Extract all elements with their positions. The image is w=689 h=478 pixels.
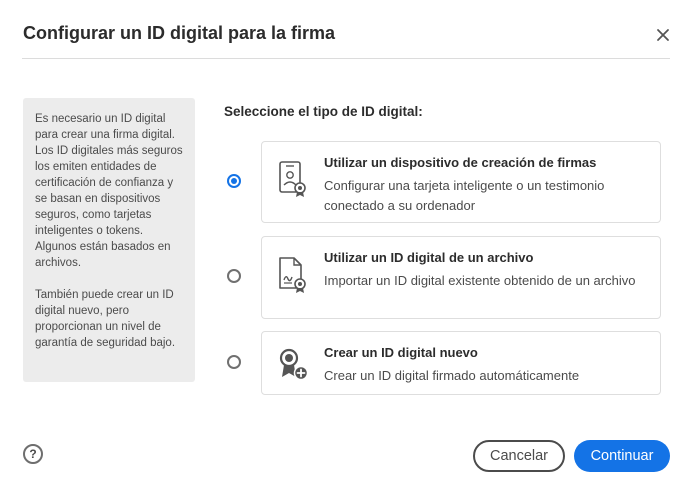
option-description: Crear un ID digital firmado automáticame… bbox=[324, 368, 580, 383]
help-button[interactable]: ? bbox=[23, 444, 43, 464]
radio-signature-device[interactable] bbox=[227, 174, 241, 188]
info-paragraph-1: Es necesario un ID digital para crear un… bbox=[35, 113, 183, 269]
signature-device-icon bbox=[279, 161, 306, 197]
info-paragraph-2: También puede crear un ID digital nuevo,… bbox=[35, 289, 176, 349]
option-signature-device[interactable]: Utilizar un dispositivo de creación de f… bbox=[261, 141, 661, 223]
radio-file-id[interactable] bbox=[227, 269, 241, 283]
close-icon bbox=[657, 29, 669, 41]
title-divider bbox=[22, 58, 670, 59]
option-title: Utilizar un dispositivo de creación de f… bbox=[324, 155, 597, 170]
option-title: Crear un ID digital nuevo bbox=[324, 345, 478, 360]
option-new-id[interactable]: Crear un ID digital nuevo Crear un ID di… bbox=[261, 331, 661, 395]
id-type-prompt: Seleccione el tipo de ID digital: bbox=[224, 104, 423, 119]
option-description: Configurar una tarjeta inteligente o un … bbox=[324, 178, 605, 213]
certificate-file-icon bbox=[279, 257, 306, 293]
continue-button[interactable]: Continuar bbox=[574, 440, 670, 472]
help-icon: ? bbox=[29, 447, 37, 461]
info-panel: Es necesario un ID digital para crear un… bbox=[23, 98, 195, 382]
radio-new-id[interactable] bbox=[227, 355, 241, 369]
cancel-button[interactable]: Cancelar bbox=[473, 440, 565, 472]
close-button[interactable] bbox=[652, 24, 674, 46]
new-certificate-icon bbox=[279, 348, 309, 381]
dialog-title: Configurar un ID digital para la firma bbox=[23, 23, 336, 43]
option-title: Utilizar un ID digital de un archivo bbox=[324, 250, 534, 265]
option-file-id[interactable]: Utilizar un ID digital de un archivo Imp… bbox=[261, 236, 661, 319]
option-description: Importar un ID digital existente obtenid… bbox=[324, 273, 636, 288]
